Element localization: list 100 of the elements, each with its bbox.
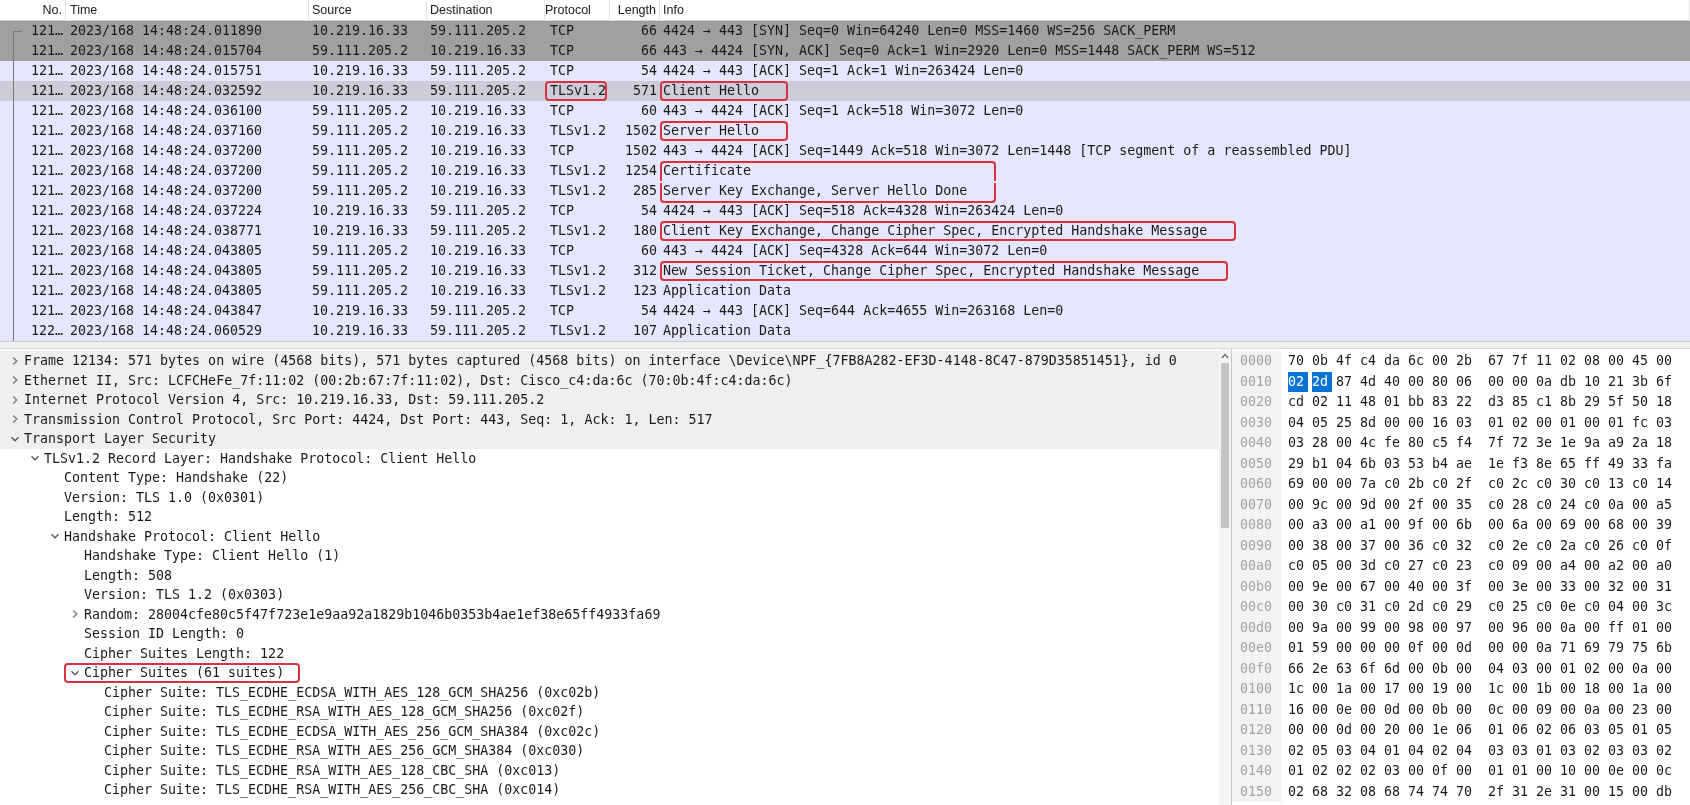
tree-item[interactable]: Cipher Suites (61 suites) xyxy=(64,663,301,683)
hex-byte[interactable]: 27 xyxy=(1408,556,1432,577)
hex-byte[interactable]: 00 xyxy=(1536,515,1560,536)
hex-byte[interactable]: 00 xyxy=(1384,535,1408,556)
hex-byte[interactable]: ff xyxy=(1608,617,1632,638)
hex-byte[interactable]: c0 xyxy=(1488,474,1512,495)
hex-byte[interactable]: 00 xyxy=(1336,556,1360,577)
hex-byte[interactable]: 0d xyxy=(1456,638,1480,659)
hex-byte[interactable]: 3e xyxy=(1536,433,1560,454)
hex-byte[interactable]: 01 xyxy=(1560,658,1584,679)
hex-byte[interactable]: 00 xyxy=(1488,515,1512,536)
hex-byte[interactable]: 7f xyxy=(1512,351,1536,372)
hex-byte[interactable]: 29 xyxy=(1456,597,1480,618)
hex-byte[interactable]: 30 xyxy=(1560,474,1584,495)
hex-byte[interactable]: 2e xyxy=(1536,781,1560,802)
hex-byte[interactable]: 7a xyxy=(1360,474,1384,495)
hex-byte[interactable]: 00 xyxy=(1656,617,1680,638)
packet-row[interactable]: 121… 2023/168 14:48:24.037160 59.111.205.2 10.219.16.33 TLSv1.2 1502 Server Hello xyxy=(0,121,1690,141)
packet-row[interactable]: 121… 2023/168 14:48:24.037224 10.219.16.33 59.111.205.2 TCP 54 4424 → 443 [ACK] Seq=518 Ack=4328 Win=263424 Len=0 xyxy=(0,201,1690,221)
tree-item[interactable]: Transmission Control Protocol, Src Port: 4424, Dst Port: 443, Seq: 1, Ack: 1, Len: 517 xyxy=(4,409,715,429)
hex-byte[interactable]: 38 xyxy=(1312,535,1336,556)
hex-byte[interactable]: c5 xyxy=(1432,433,1456,454)
hex-byte[interactable]: 04 xyxy=(1488,658,1512,679)
hex-byte[interactable]: 01 xyxy=(1536,740,1560,761)
hex-byte[interactable]: c0 xyxy=(1384,556,1408,577)
hex-byte[interactable]: 9f xyxy=(1408,515,1432,536)
hex-byte[interactable]: 00 xyxy=(1336,638,1360,659)
hex-byte[interactable]: 03 xyxy=(1488,740,1512,761)
packet-row[interactable]: 121… 2023/168 14:48:24.037200 59.111.205.2 10.219.16.33 TLSv1.2 1254 Certificate xyxy=(0,161,1690,181)
packet-row[interactable]: 121… 2023/168 14:48:24.037200 59.111.205.2 10.219.16.33 TLSv1.2 285 Server Key Exchange, Server Hello Done xyxy=(0,181,1690,201)
hex-byte[interactable]: 00 xyxy=(1288,494,1312,515)
hex-byte[interactable]: 01 xyxy=(1488,761,1512,782)
tree-item[interactable]: Cipher Suites Length: 122 xyxy=(64,643,287,663)
hex-byte[interactable]: 0b xyxy=(1432,658,1456,679)
hex-byte[interactable]: 00 xyxy=(1288,617,1312,638)
hex-byte[interactable]: 00 xyxy=(1656,658,1680,679)
hex-byte[interactable]: 01 xyxy=(1288,638,1312,659)
hex-byte[interactable]: 9c xyxy=(1312,494,1336,515)
hex-byte[interactable]: 33 xyxy=(1632,453,1656,474)
hex-byte[interactable]: 00 xyxy=(1360,638,1384,659)
hex-byte[interactable]: 00 xyxy=(1408,371,1432,392)
hex-byte[interactable]: f3 xyxy=(1512,453,1536,474)
hex-byte[interactable]: 9d xyxy=(1360,494,1384,515)
hex-byte[interactable]: 00 xyxy=(1584,781,1608,802)
packet-row[interactable]: 121… 2023/168 14:48:24.043805 59.111.205.2 10.219.16.33 TLSv1.2 312 New Session Ticket, Change Cipher Spec, Encrypted Handshake Message xyxy=(0,261,1690,281)
hex-byte[interactable]: 32 xyxy=(1608,576,1632,597)
hex-byte[interactable]: 17 xyxy=(1384,679,1408,700)
hex-byte[interactable]: 03 xyxy=(1336,740,1360,761)
hex-byte[interactable]: 2e xyxy=(1312,658,1336,679)
hex-byte[interactable]: 01 xyxy=(1512,761,1536,782)
packet-row[interactable]: 121… 2023/168 14:48:24.011890 10.219.16.33 59.111.205.2 TCP 66 4424 → 443 [SYN] Seq=0 Win=64240 Len=0 MSS=1460 WS=256 SACK_PERM xyxy=(0,21,1690,41)
hex-byte[interactable]: c0 xyxy=(1432,556,1456,577)
hex-byte[interactable]: 22 xyxy=(1456,392,1480,413)
scrollbar[interactable] xyxy=(1219,349,1231,805)
hex-byte[interactable]: 04 xyxy=(1456,740,1480,761)
hex-byte[interactable]: 00 xyxy=(1656,699,1680,720)
hex-byte[interactable]: 00 xyxy=(1512,371,1536,392)
hex-byte[interactable]: 15 xyxy=(1608,781,1632,802)
hex-byte[interactable]: 36 xyxy=(1408,535,1432,556)
hex-byte[interactable]: 0a xyxy=(1560,617,1584,638)
hex-byte[interactable]: 01 xyxy=(1488,720,1512,741)
hex-byte[interactable]: 30 xyxy=(1312,597,1336,618)
chevron-right-icon[interactable] xyxy=(10,414,20,425)
hex-byte[interactable]: 68 xyxy=(1384,781,1408,802)
hex-byte[interactable]: fa xyxy=(1656,453,1680,474)
hex-byte[interactable]: 00 xyxy=(1536,576,1560,597)
hex-byte[interactable]: 1c xyxy=(1488,679,1512,700)
hex-byte[interactable]: 2d xyxy=(1408,597,1432,618)
hex-byte[interactable]: 00 xyxy=(1536,617,1560,638)
hex-byte[interactable]: 53 xyxy=(1408,453,1432,474)
tree-item[interactable]: Version: TLS 1.2 (0x0303) xyxy=(64,585,287,605)
hex-byte[interactable]: 75 xyxy=(1632,638,1656,659)
hex-byte[interactable]: 00 xyxy=(1384,576,1408,597)
hex-byte[interactable]: 1e xyxy=(1432,720,1456,741)
hex-byte[interactable]: c0 xyxy=(1288,556,1312,577)
hex-byte[interactable]: 00 xyxy=(1536,658,1560,679)
hex-byte[interactable]: db xyxy=(1656,781,1680,802)
column-header[interactable]: Time xyxy=(66,0,309,20)
hex-byte[interactable]: a4 xyxy=(1560,556,1584,577)
chevron-right-icon[interactable] xyxy=(10,394,20,405)
scroll-up-icon[interactable] xyxy=(1220,352,1230,360)
hex-byte[interactable]: 63 xyxy=(1336,658,1360,679)
hex-byte[interactable]: 4f xyxy=(1336,351,1360,372)
hex-byte[interactable]: 00 xyxy=(1584,515,1608,536)
hex-byte[interactable]: 00 xyxy=(1312,699,1336,720)
hex-byte[interactable]: c0 xyxy=(1384,597,1408,618)
hex-byte[interactable]: c0 xyxy=(1584,494,1608,515)
hex-byte[interactable]: 05 xyxy=(1312,412,1336,433)
hex-byte[interactable]: fc xyxy=(1632,412,1656,433)
hex-byte[interactable]: 00 xyxy=(1288,576,1312,597)
hex-byte[interactable]: 00 xyxy=(1336,433,1360,454)
hex-byte[interactable]: 6c xyxy=(1408,351,1432,372)
hex-byte[interactable]: 0e xyxy=(1560,597,1584,618)
hex-byte[interactable]: 00 xyxy=(1488,638,1512,659)
hex-byte[interactable]: 96 xyxy=(1512,617,1536,638)
hex-byte[interactable]: 05 xyxy=(1312,740,1336,761)
hex-byte[interactable]: 70 xyxy=(1456,781,1480,802)
hex-byte[interactable]: c1 xyxy=(1536,392,1560,413)
hex-byte[interactable]: 80 xyxy=(1432,371,1456,392)
hex-byte[interactable]: c0 xyxy=(1632,474,1656,495)
